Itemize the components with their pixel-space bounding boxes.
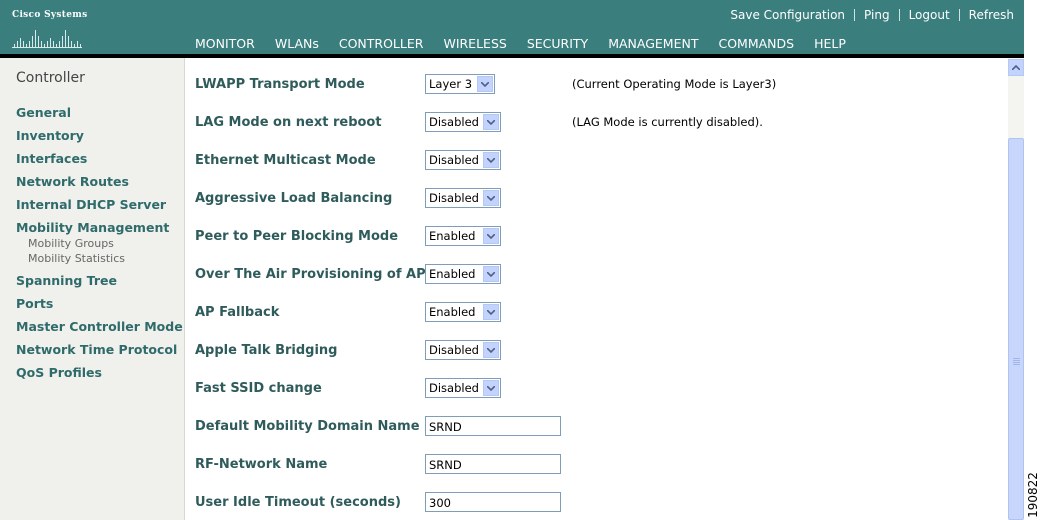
sidebar: Controller General Inventory Interfaces … <box>0 58 185 520</box>
sidebar-item-mobility-management[interactable]: Mobility Management <box>16 220 169 235</box>
header-bar: Cisco Systems Save Configuration Ping Lo… <box>0 0 1024 58</box>
default-mobility-domain-label: Default Mobility Domain Name <box>195 419 420 434</box>
chevron-down-icon <box>483 266 499 282</box>
lag-mode-label: LAG Mode on next reboot <box>195 115 382 130</box>
chevron-down-icon <box>483 228 499 244</box>
aggressive-load-balancing-label: Aggressive Load Balancing <box>195 191 393 206</box>
sidebar-item-network-time-protocol[interactable]: Network Time Protocol <box>16 342 177 357</box>
sidebar-item-interfaces[interactable]: Interfaces <box>16 151 87 166</box>
sidebar-item-ports[interactable]: Ports <box>16 296 53 311</box>
tab-management[interactable]: MANAGEMENT <box>598 34 708 54</box>
sidebar-item-internal-dhcp-server[interactable]: Internal DHCP Server <box>16 197 166 212</box>
select-value: Disabled <box>429 381 479 395</box>
sidebar-item-general[interactable]: General <box>16 105 71 120</box>
sidebar-item-network-routes[interactable]: Network Routes <box>16 174 129 189</box>
ap-fallback-label: AP Fallback <box>195 305 280 320</box>
aggressive-load-balancing-select[interactable]: Disabled <box>425 188 501 208</box>
logout-link[interactable]: Logout <box>909 8 950 22</box>
tab-help[interactable]: HELP <box>804 34 856 54</box>
fast-ssid-change-select[interactable]: Disabled <box>425 378 501 398</box>
form-row: Ethernet Multicast Mode Disabled <box>195 150 995 172</box>
ota-provisioning-select[interactable]: Enabled <box>425 264 501 284</box>
lag-mode-select[interactable]: Disabled <box>425 112 501 132</box>
scroll-up-icon[interactable] <box>1008 59 1024 76</box>
select-value: Disabled <box>429 191 479 205</box>
select-value: Enabled <box>429 305 476 319</box>
sidebar-item-master-controller-mode[interactable]: Master Controller Mode <box>16 319 183 334</box>
form-row: Fast SSID change Disabled <box>195 378 995 400</box>
tab-wlans[interactable]: WLANs <box>265 34 329 54</box>
sidebar-item-inventory[interactable]: Inventory <box>16 128 84 143</box>
tab-controller[interactable]: CONTROLLER <box>328 34 434 58</box>
tab-commands[interactable]: COMMANDS <box>708 34 804 54</box>
main-nav: MONITOR WLANs CONTROLLER WIRELESS SECURI… <box>185 34 856 58</box>
user-idle-timeout-label: User Idle Timeout (seconds) <box>195 495 401 510</box>
vertical-scrollbar[interactable] <box>1008 58 1024 520</box>
chevron-down-icon <box>477 76 493 92</box>
form-row: Aggressive Load Balancing Disabled <box>195 188 995 210</box>
select-value: Disabled <box>429 153 479 167</box>
chevron-down-icon <box>483 342 499 358</box>
ota-provisioning-label: Over The Air Provisioning of AP <box>195 267 426 282</box>
rf-network-name-input[interactable]: SRND <box>425 454 561 474</box>
logo-text: Cisco Systems <box>12 10 88 20</box>
sidebar-subitem-mobility-groups[interactable]: Mobility Groups <box>28 237 114 250</box>
lwapp-transport-mode-select[interactable]: Layer 3 <box>425 74 495 94</box>
grip-icon <box>1013 358 1020 359</box>
chevron-down-icon <box>483 190 499 206</box>
form-row: Peer to Peer Blocking Mode Enabled <box>195 226 995 248</box>
select-value: Enabled <box>429 229 476 243</box>
form-row: LWAPP Transport Mode Layer 3 (Current Op… <box>195 74 995 96</box>
select-value: Layer 3 <box>429 77 473 91</box>
ping-link[interactable]: Ping <box>864 8 890 22</box>
scrollbar-thumb[interactable] <box>1008 138 1024 520</box>
apple-talk-bridging-select[interactable]: Disabled <box>425 340 501 360</box>
tab-monitor[interactable]: MONITOR <box>185 34 265 54</box>
form-row: User Idle Timeout (seconds) 300 <box>195 492 995 514</box>
tab-security[interactable]: SECURITY <box>517 34 598 54</box>
chevron-down-icon <box>483 114 499 130</box>
form-row: Apple Talk Bridging Disabled <box>195 340 995 362</box>
chevron-down-icon <box>483 152 499 168</box>
select-value: Disabled <box>429 343 479 357</box>
select-value: Enabled <box>429 267 476 281</box>
cisco-logo: Cisco Systems <box>12 10 88 50</box>
form-row: RF-Network Name SRND <box>195 454 995 476</box>
lag-mode-note: (LAG Mode is currently disabled). <box>572 115 763 129</box>
fast-ssid-change-label: Fast SSID change <box>195 381 322 396</box>
logo-bars-icon <box>14 24 82 48</box>
top-links: Save Configuration Ping Logout Refresh <box>730 8 1014 22</box>
sidebar-item-qos-profiles[interactable]: QoS Profiles <box>16 365 102 380</box>
tab-wireless[interactable]: WIRELESS <box>433 34 516 54</box>
chevron-down-icon <box>483 380 499 396</box>
peer-to-peer-blocking-label: Peer to Peer Blocking Mode <box>195 229 399 244</box>
controller-settings-form: LWAPP Transport Mode Layer 3 (Current Op… <box>186 58 1008 520</box>
user-idle-timeout-input[interactable]: 300 <box>425 492 561 512</box>
save-configuration-link[interactable]: Save Configuration <box>730 8 845 22</box>
rf-network-name-label: RF-Network Name <box>195 457 328 472</box>
default-mobility-domain-input[interactable]: SRND <box>425 416 561 436</box>
form-row: LAG Mode on next reboot Disabled (LAG Mo… <box>195 112 995 134</box>
chevron-down-icon <box>483 304 499 320</box>
figure-code: 190822 <box>1024 470 1042 520</box>
select-value: Disabled <box>429 115 479 129</box>
apple-talk-bridging-label: Apple Talk Bridging <box>195 343 338 358</box>
sidebar-item-spanning-tree[interactable]: Spanning Tree <box>16 273 117 288</box>
peer-to-peer-blocking-select[interactable]: Enabled <box>425 226 501 246</box>
ethernet-multicast-mode-label: Ethernet Multicast Mode <box>195 153 376 168</box>
ap-fallback-select[interactable]: Enabled <box>425 302 501 322</box>
refresh-link[interactable]: Refresh <box>969 8 1014 22</box>
form-row: AP Fallback Enabled <box>195 302 995 324</box>
lwapp-transport-mode-label: LWAPP Transport Mode <box>195 77 365 92</box>
figure-code-text: 190822 <box>1025 472 1040 518</box>
sidebar-title: Controller <box>16 70 85 86</box>
form-row: Default Mobility Domain Name SRND <box>195 416 995 438</box>
sidebar-subitem-mobility-statistics[interactable]: Mobility Statistics <box>28 252 125 265</box>
ethernet-multicast-mode-select[interactable]: Disabled <box>425 150 501 170</box>
lwapp-mode-note: (Current Operating Mode is Layer3) <box>572 77 777 91</box>
form-row: Over The Air Provisioning of AP Enabled <box>195 264 995 286</box>
